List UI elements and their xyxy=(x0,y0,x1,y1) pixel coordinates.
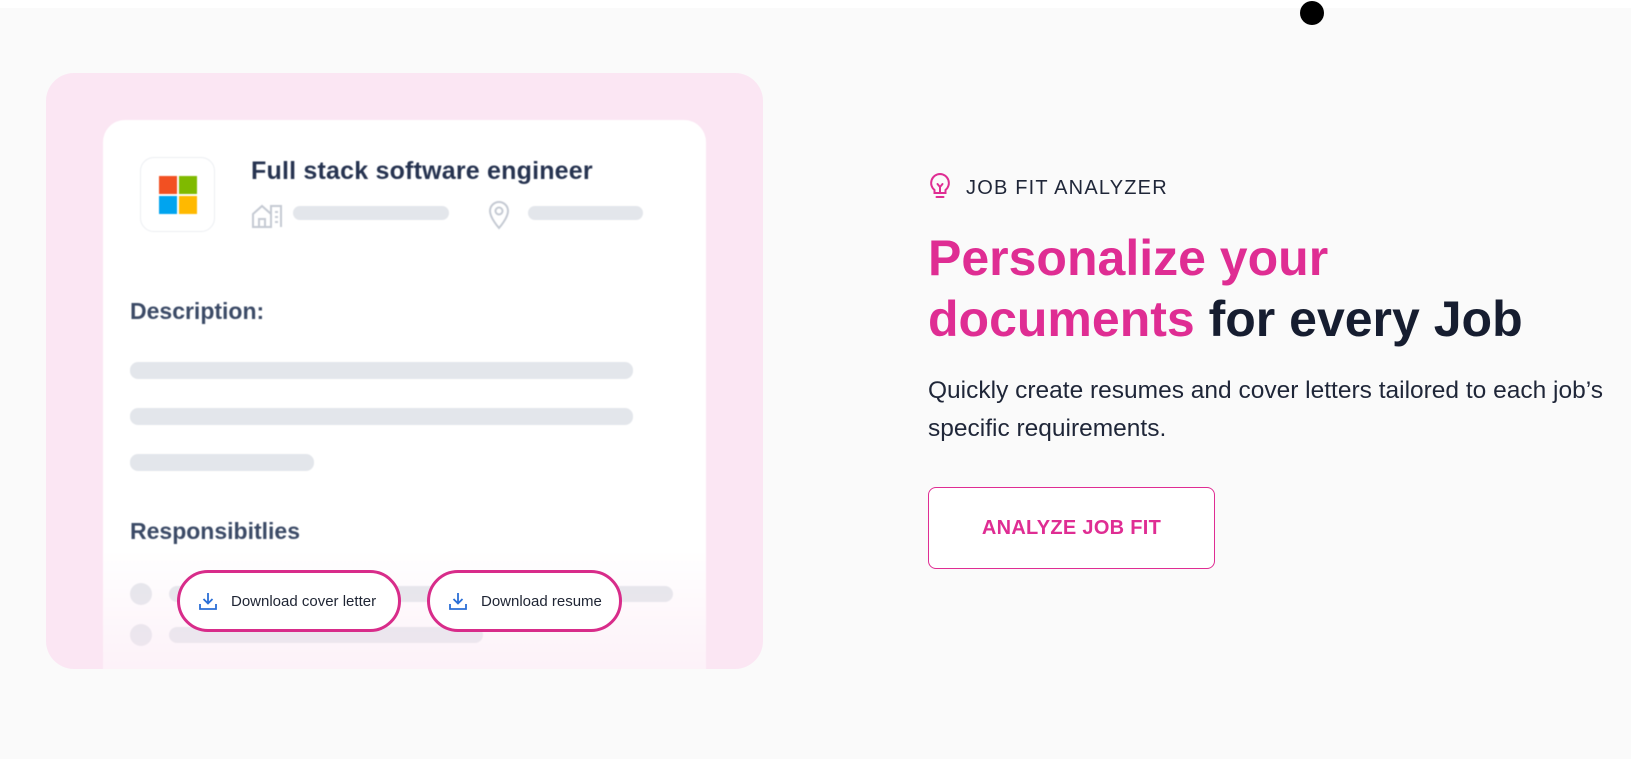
analyze-job-fit-label: ANALYZE JOB FIT xyxy=(981,516,1162,539)
list-bullet xyxy=(130,583,152,605)
description-line xyxy=(130,408,633,425)
building-icon xyxy=(251,202,283,233)
description-heading: Description: xyxy=(130,298,265,324)
description-line xyxy=(130,362,633,379)
download-cover-letter-label: Download cover letter xyxy=(231,592,377,610)
company-name-placeholder xyxy=(293,206,449,220)
download-resume-button[interactable]: Download resume xyxy=(427,570,622,632)
headline-highlight: documents xyxy=(928,291,1195,347)
bulb-icon xyxy=(928,172,952,205)
download-resume-label: Download resume xyxy=(481,592,602,610)
page-subtext: Quickly create resumes and cover letters… xyxy=(928,377,1603,442)
location-pin-icon xyxy=(487,200,511,235)
download-cover-letter-button[interactable]: Download cover letter xyxy=(177,570,401,632)
description-line xyxy=(130,454,314,471)
location-placeholder xyxy=(528,206,643,220)
list-bullet xyxy=(130,624,152,646)
job-title: Full stack software engineer xyxy=(251,157,593,185)
headline-rest: for every Job xyxy=(1194,291,1523,347)
eyebrow-label: JOB FIT ANALYZER xyxy=(966,177,1168,199)
responsibilities-heading: Responsibitlies xyxy=(130,518,300,544)
job-illustration-panel: Full stack software engineer Description… xyxy=(46,73,763,669)
download-icon xyxy=(199,593,217,610)
eyebrow: JOB FIT ANALYZER xyxy=(928,172,1168,205)
top-strip xyxy=(0,0,1631,8)
company-logo-box xyxy=(140,157,215,232)
headline-highlight: Personalize your xyxy=(928,230,1329,286)
page-headline: Personalize your documents for every Job xyxy=(928,228,1608,350)
cursor-indicator xyxy=(1300,1,1324,25)
analyze-job-fit-button[interactable]: ANALYZE JOB FIT xyxy=(928,487,1215,569)
download-icon xyxy=(449,593,467,610)
microsoft-logo xyxy=(159,176,197,214)
